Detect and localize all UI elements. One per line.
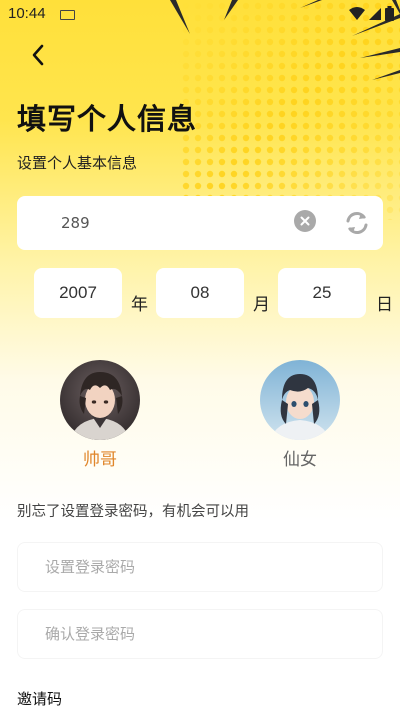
year-unit: 年 bbox=[131, 295, 148, 315]
page-subtitle: 设置个人基本信息 bbox=[17, 154, 138, 172]
status-icons bbox=[349, 6, 394, 21]
birth-year-field[interactable]: 2007 bbox=[34, 268, 122, 318]
close-icon bbox=[300, 216, 310, 226]
month-unit: 月 bbox=[253, 295, 270, 315]
day-unit: 日 bbox=[376, 295, 393, 315]
birth-month-field[interactable]: 08 bbox=[156, 268, 244, 318]
wifi-icon bbox=[349, 6, 365, 20]
chevron-left-icon bbox=[32, 44, 44, 66]
clear-button[interactable] bbox=[294, 210, 316, 232]
set-password-field[interactable] bbox=[17, 542, 383, 592]
battery-icon bbox=[385, 6, 394, 21]
birth-day-field[interactable]: 25 bbox=[278, 268, 366, 318]
password-hint: 别忘了设置登录密码，有机会可以用 bbox=[17, 504, 249, 520]
page-title: 填写个人信息 bbox=[17, 102, 198, 136]
status-time: 10:44 bbox=[8, 5, 46, 22]
confirm-password-field[interactable] bbox=[17, 609, 383, 659]
signal-icon bbox=[369, 7, 381, 20]
invite-code-label: 邀请码 bbox=[17, 690, 63, 708]
female-option-label[interactable]: 仙女 bbox=[260, 445, 340, 470]
male-avatar-image bbox=[60, 360, 140, 440]
random-name-button[interactable] bbox=[343, 209, 371, 237]
set-password-input[interactable] bbox=[45, 556, 345, 578]
female-avatar[interactable] bbox=[260, 360, 340, 440]
back-button[interactable] bbox=[26, 40, 52, 70]
status-bar: 10:44 bbox=[0, 0, 400, 28]
male-avatar[interactable] bbox=[60, 360, 140, 440]
nickname-field[interactable] bbox=[17, 196, 383, 250]
female-avatar-image bbox=[260, 360, 340, 440]
nickname-input[interactable] bbox=[61, 212, 261, 234]
refresh-icon bbox=[346, 212, 368, 234]
confirm-password-input[interactable] bbox=[45, 623, 345, 645]
keyboard-icon bbox=[60, 10, 75, 20]
male-option-label[interactable]: 帅哥 bbox=[60, 445, 140, 470]
